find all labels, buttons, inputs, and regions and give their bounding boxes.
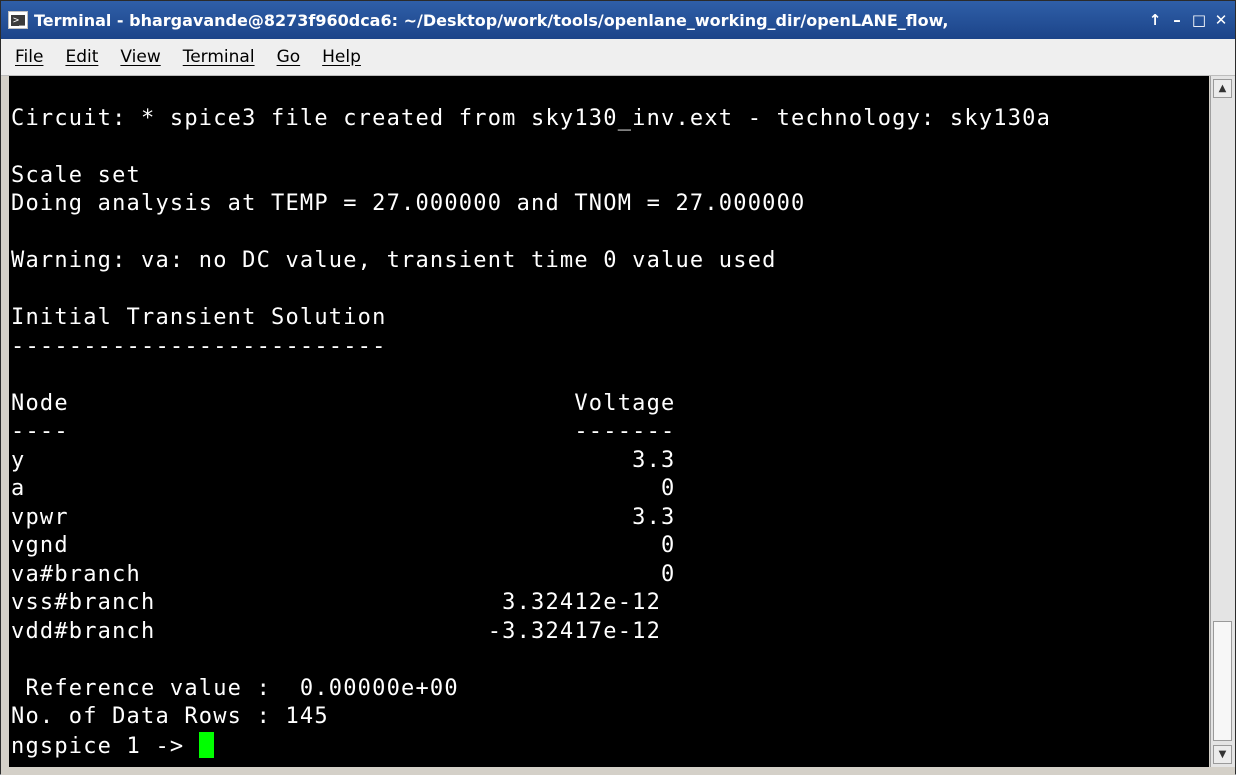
menu-view[interactable]: View (120, 47, 160, 67)
menu-help[interactable]: Help (322, 47, 361, 67)
terminal-window: >_ Terminal - bhargavande@8273f960dca6: … (0, 0, 1236, 775)
terminal-line: vss#branch 3.32412e-12 (11, 590, 662, 615)
terminal-text: Circuit: * spice3 file created from sky1… (9, 76, 1209, 760)
menu-terminal[interactable]: Terminal (183, 47, 255, 67)
scroll-down-icon[interactable]: ▼ (1213, 745, 1232, 764)
menu-bar: File Edit View Terminal Go Help (1, 39, 1235, 76)
terminal-line: Initial Transient Solution (11, 305, 387, 330)
title-bar[interactable]: >_ Terminal - bhargavande@8273f960dca6: … (1, 1, 1235, 39)
menu-file[interactable]: File (15, 47, 43, 67)
prompt-line[interactable]: ngspice 1 -> (11, 731, 1209, 761)
maximize-button[interactable]: □ (1188, 9, 1210, 31)
terminal-line: Reference value : 0.00000e+00 (11, 675, 459, 701)
terminal-line: No. of Data Rows : 145 (11, 704, 329, 729)
terminal-line: Warning: va: no DC value, transient time… (11, 248, 777, 273)
terminal-output[interactable]: Circuit: * spice3 file created from sky1… (9, 76, 1209, 767)
terminal-line: vdd#branch -3.32417e-12 (11, 618, 662, 644)
close-button[interactable]: ✕ (1210, 9, 1232, 31)
terminal-icon[interactable]: >_ (8, 11, 28, 29)
terminal-line: va#branch 0 (11, 561, 676, 587)
terminal-line: y 3.3 (11, 447, 676, 473)
minimize-button[interactable]: – (1166, 9, 1188, 31)
window-title: Terminal - bhargavande@8273f960dca6: ~/D… (34, 10, 949, 30)
pin-icon[interactable]: ↑ (1144, 9, 1166, 31)
terminal-line: Scale set (11, 162, 142, 188)
terminal-line: ---- ------- (11, 419, 676, 444)
terminal-line: Doing analysis at TEMP = 27.000000 and T… (11, 191, 806, 216)
menu-edit[interactable]: Edit (65, 47, 98, 67)
terminal-line: Node Voltage (11, 390, 676, 416)
terminal-line: a 0 (11, 476, 676, 501)
vertical-scrollbar[interactable]: ▲ ▼ (1210, 76, 1235, 767)
scroll-up-icon[interactable]: ▲ (1213, 79, 1232, 98)
shell-prompt: ngspice 1 -> (11, 733, 199, 759)
terminal-line: vgnd 0 (11, 533, 676, 558)
text-cursor (198, 731, 214, 758)
terminal-line: Circuit: * spice3 file created from sky1… (11, 105, 1052, 131)
scrollbar-thumb[interactable] (1213, 621, 1232, 741)
menu-go[interactable]: Go (277, 47, 301, 67)
terminal-line: -------------------------- (11, 333, 387, 359)
terminal-line: vpwr 3.3 (11, 504, 676, 530)
